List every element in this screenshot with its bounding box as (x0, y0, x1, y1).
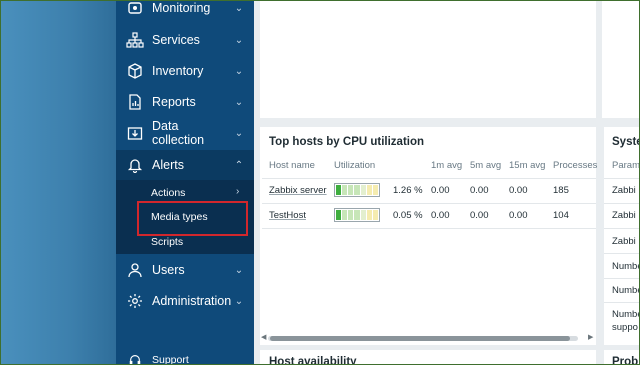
row-separator (262, 203, 596, 204)
sidebar-item-monitoring[interactable]: Monitoring ⌄ (116, 0, 254, 23)
widget-top-blank (260, 0, 596, 118)
processes: 104 (553, 210, 569, 221)
sidebar-item-reports[interactable]: Reports ⌄ (116, 87, 254, 117)
parameter-cell: Numbe (612, 261, 640, 272)
column-header-host: Host name (269, 160, 315, 171)
avg-5m: 0.00 (470, 185, 489, 196)
submenu-item-actions[interactable]: Actions (151, 184, 185, 202)
widget-title: Syste (612, 136, 640, 148)
widget-title: Probl (612, 356, 640, 365)
parameter-cell: Zabbi (612, 185, 636, 196)
row-separator (604, 228, 640, 229)
column-header-utilization: Utilization (334, 160, 376, 171)
widget-title: Host availability (269, 356, 357, 365)
sidebar-item-label: Alerts (152, 158, 184, 172)
sidebar-item-label: Services (152, 33, 200, 47)
parameter-cell: suppo (612, 322, 638, 333)
sitemap-icon (124, 29, 146, 51)
sidebar-item-support[interactable]: Support (116, 345, 254, 365)
chevron-down-icon: ⌄ (234, 34, 244, 46)
row-separator (604, 278, 640, 279)
sidebar-item-alerts[interactable]: Alerts ⌃ (116, 150, 254, 180)
sidebar-item-label: Monitoring (152, 1, 211, 15)
utilization-bar (334, 183, 380, 197)
parameter-cell: Zabbi (612, 210, 636, 221)
row-separator (262, 228, 596, 229)
sidebar-item-services[interactable]: Services ⌄ (116, 25, 254, 55)
parameter-cell: Zabbi (612, 236, 636, 247)
column-header-5m: 5m avg (470, 160, 502, 171)
sidebar-item-inventory[interactable]: Inventory ⌄ (116, 56, 254, 86)
sidebar-item-users[interactable]: Users ⌄ (116, 255, 254, 285)
avg-15m: 0.00 (509, 185, 528, 196)
chevron-down-icon: ⌄ (234, 127, 244, 139)
chevron-right-icon: › (236, 186, 240, 197)
sidebar-item-label: Data collection (152, 119, 205, 147)
download-icon (124, 122, 146, 144)
row-separator (604, 203, 640, 204)
column-header-processes: Processes (553, 160, 598, 171)
support-icon (124, 349, 146, 365)
background-left (0, 0, 116, 365)
gear-icon (124, 290, 146, 312)
submenu-item-label: Actions (151, 187, 186, 199)
scroll-left-icon[interactable]: ◀ (261, 333, 266, 341)
widget-title: Top hosts by CPU utilization (269, 136, 425, 148)
sidebar-item-label: Users (152, 263, 185, 277)
scroll-right-icon[interactable]: ▶ (588, 333, 593, 341)
avg-5m: 0.00 (470, 210, 489, 221)
submenu-item-label: Scripts (151, 236, 184, 248)
sidebar-item-label: Support (152, 354, 189, 365)
utilization-value: 1.26 % (393, 185, 423, 196)
report-icon (124, 91, 146, 113)
chevron-down-icon: ⌄ (234, 65, 244, 77)
avg-1m: 0.00 (431, 210, 450, 221)
column-header-15m: 15m avg (509, 160, 546, 171)
cube-icon (124, 60, 146, 82)
row-separator (604, 253, 640, 254)
utilization-bar (334, 208, 380, 222)
horizontal-scrollbar-thumb[interactable] (270, 336, 570, 341)
sidebar-item-label: Reports (152, 95, 196, 109)
chevron-up-icon: ⌃ (234, 159, 244, 171)
row-separator (604, 302, 640, 303)
highlight-annotation (137, 201, 248, 236)
user-icon (124, 259, 146, 281)
widget-top-right-blank (602, 0, 640, 118)
row-separator (604, 178, 640, 179)
column-header-1m: 1m avg (431, 160, 463, 171)
sidebar-item-administration[interactable]: Administration ⌄ (116, 286, 254, 316)
host-link-zabbix-server[interactable]: Zabbix server (269, 185, 327, 196)
chevron-down-icon: ⌄ (234, 96, 244, 108)
chevron-down-icon: ⌄ (234, 264, 244, 276)
avg-1m: 0.00 (431, 185, 450, 196)
parameter-cell: Numbe (612, 285, 640, 296)
sidebar-item-label: Administration (152, 294, 232, 308)
bell-icon (124, 154, 146, 176)
host-link-testhost[interactable]: TestHost (269, 210, 306, 221)
utilization-value: 0.05 % (393, 210, 423, 221)
sidebar: Monitoring ⌄ Services ⌄ Inventory ⌄ Repo… (116, 0, 254, 365)
chevron-down-icon: ⌄ (234, 295, 244, 307)
column-header-parameter: Param (612, 160, 640, 171)
avg-15m: 0.00 (509, 210, 528, 221)
parameter-cell: Numbe (612, 309, 640, 320)
sidebar-item-label: Inventory (152, 64, 204, 78)
sidebar-item-data-collection[interactable]: Data collection ⌄ (116, 118, 254, 148)
processes: 185 (553, 185, 569, 196)
eye-icon (124, 0, 146, 19)
chevron-down-icon: ⌄ (234, 2, 244, 14)
row-separator (262, 178, 596, 179)
